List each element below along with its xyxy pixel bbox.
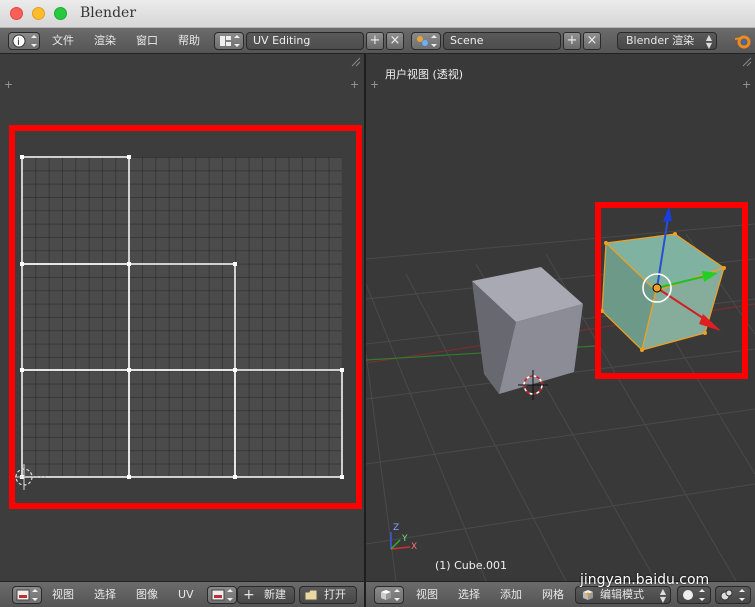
zoom-window-button[interactable]: [54, 7, 67, 20]
interaction-mode-dropdown[interactable]: 编辑模式 ▲ ▼: [575, 586, 671, 604]
window-title: Blender: [80, 5, 137, 21]
add-scene-button[interactable]: +: [563, 32, 581, 50]
plus-icon: +: [369, 33, 381, 48]
add-screen-button[interactable]: +: [366, 32, 384, 50]
delete-screen-button[interactable]: ×: [386, 32, 404, 50]
viewport-shading-dropdown[interactable]: [677, 586, 711, 604]
new-image-button[interactable]: + 新建: [237, 586, 295, 604]
chevron-down-icon: ▼: [659, 595, 666, 604]
watermark-text: jingyan.baidu.com: [580, 572, 710, 588]
image-editor-icon: [16, 589, 38, 601]
scene-name-field[interactable]: Scene: [443, 32, 561, 50]
cube-highlight-box: [595, 202, 748, 379]
menu-window[interactable]: 窗口: [136, 28, 158, 54]
close-window-button[interactable]: [10, 7, 23, 20]
menu-help[interactable]: 帮助: [178, 28, 200, 54]
solid-shading-icon: [683, 589, 705, 601]
window-titlebar: Blender: [0, 0, 755, 28]
viewport-menu-add[interactable]: 添加: [500, 582, 522, 607]
menu-render[interactable]: 渲染: [94, 28, 116, 54]
minimize-window-button[interactable]: [32, 7, 45, 20]
scene-icon: [417, 35, 437, 47]
layout-grid-icon: [220, 35, 240, 47]
close-icon: ×: [389, 33, 401, 48]
cube-view-icon: [381, 589, 400, 601]
render-engine-label: Blender 渲染: [626, 34, 695, 47]
svg-text:i: i: [17, 37, 20, 48]
uv-menu-select[interactable]: 选择: [94, 582, 116, 607]
uv-editor-type-button[interactable]: [12, 586, 42, 604]
axis-z-label: Z: [393, 523, 399, 533]
chevron-down-icon: ▼: [705, 41, 712, 50]
pivot-point-icon: [720, 589, 745, 601]
open-image-label: 打开: [324, 588, 346, 601]
grey-cube[interactable]: [472, 267, 583, 394]
axis-orientation-widget: Z X Y: [390, 523, 417, 552]
uv-menu-view[interactable]: 视图: [52, 582, 74, 607]
info-icon: i: [12, 34, 37, 48]
open-image-button[interactable]: 打开: [299, 586, 357, 604]
3d-viewport[interactable]: Z X Y 用户视图 (透视) (1) Cube.001 + +: [366, 54, 755, 581]
info-header: i 文件 渲染 窗口 帮助 UV Editing + × Scene + × B…: [0, 28, 755, 54]
editor-type-info-button[interactable]: i: [8, 32, 40, 50]
viewport-object-label: (1) Cube.001: [435, 559, 507, 572]
menu-file[interactable]: 文件: [52, 28, 74, 54]
plus-icon: +: [243, 587, 255, 603]
close-icon: ×: [586, 33, 598, 48]
axis-x-label: X: [411, 542, 417, 552]
region-toggle-plus-icon[interactable]: +: [742, 78, 751, 91]
image-browse-icon: [211, 589, 233, 601]
viewport-menu-select[interactable]: 选择: [458, 582, 480, 607]
new-image-label: 新建: [264, 588, 286, 601]
uv-highlight-box: [9, 125, 362, 509]
viewport-menu-mesh[interactable]: 网格: [542, 582, 564, 607]
axis-y-label: Y: [401, 534, 408, 544]
uv-menu-image[interactable]: 图像: [136, 582, 158, 607]
blender-logo-icon: [734, 35, 751, 49]
viewport-editor-type-button[interactable]: [374, 586, 404, 604]
viewport-view-label: 用户视图 (透视): [385, 68, 464, 81]
viewport-menu-view[interactable]: 视图: [416, 582, 438, 607]
uv-editor-header: 视图 选择 图像 UV + 新建 打开: [0, 581, 364, 607]
uv-image-editor[interactable]: + +: [0, 54, 364, 581]
area-split-corner-icon[interactable]: [741, 56, 753, 68]
image-browse-button[interactable]: [207, 586, 237, 604]
scene-selector[interactable]: [411, 32, 441, 50]
pivot-point-dropdown[interactable]: [715, 586, 751, 604]
screen-layout-name-field[interactable]: UV Editing: [246, 32, 364, 50]
uv-menu-uv[interactable]: UV: [178, 582, 194, 607]
interaction-mode-label: 编辑模式: [600, 588, 644, 601]
delete-scene-button[interactable]: ×: [583, 32, 601, 50]
region-toggle-plus-icon[interactable]: +: [370, 78, 379, 91]
render-engine-dropdown[interactable]: Blender 渲染 ▲ ▼: [617, 32, 717, 50]
folder-icon: [304, 589, 318, 601]
edit-mode-icon: [583, 590, 593, 600]
plus-icon: +: [566, 33, 578, 48]
screen-layout-selector[interactable]: [214, 32, 244, 50]
